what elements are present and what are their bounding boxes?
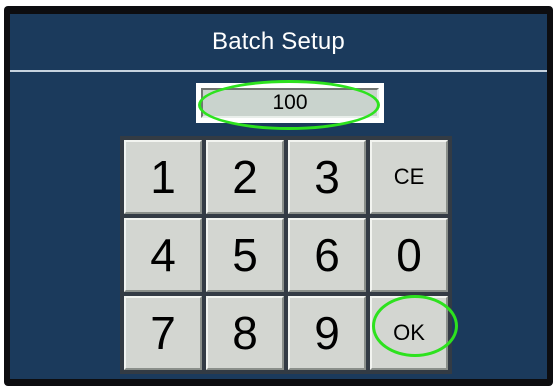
key-1[interactable]: 1 <box>124 140 202 214</box>
key-5[interactable]: 5 <box>206 218 284 292</box>
key-3[interactable]: 3 <box>288 140 366 214</box>
batch-value-display: 100 <box>201 88 379 118</box>
key-0[interactable]: 0 <box>370 218 448 292</box>
numeric-keypad: 1 2 3 CE 4 5 6 0 7 8 9 OK <box>120 136 452 374</box>
hmi-frame: Batch Setup 100 1 2 3 CE 4 5 6 0 7 8 9 O… <box>0 0 555 389</box>
batch-value-field[interactable]: 100 <box>196 83 384 123</box>
batch-setup-screen: Batch Setup 100 1 2 3 CE 4 5 6 0 7 8 9 O… <box>10 14 547 379</box>
title-divider <box>10 70 547 72</box>
key-4[interactable]: 4 <box>124 218 202 292</box>
ok-button[interactable]: OK <box>370 296 448 370</box>
clear-entry-button[interactable]: CE <box>370 140 448 214</box>
key-8[interactable]: 8 <box>206 296 284 370</box>
page-title: Batch Setup <box>212 28 345 55</box>
key-9[interactable]: 9 <box>288 296 366 370</box>
key-6[interactable]: 6 <box>288 218 366 292</box>
key-7[interactable]: 7 <box>124 296 202 370</box>
key-2[interactable]: 2 <box>206 140 284 214</box>
